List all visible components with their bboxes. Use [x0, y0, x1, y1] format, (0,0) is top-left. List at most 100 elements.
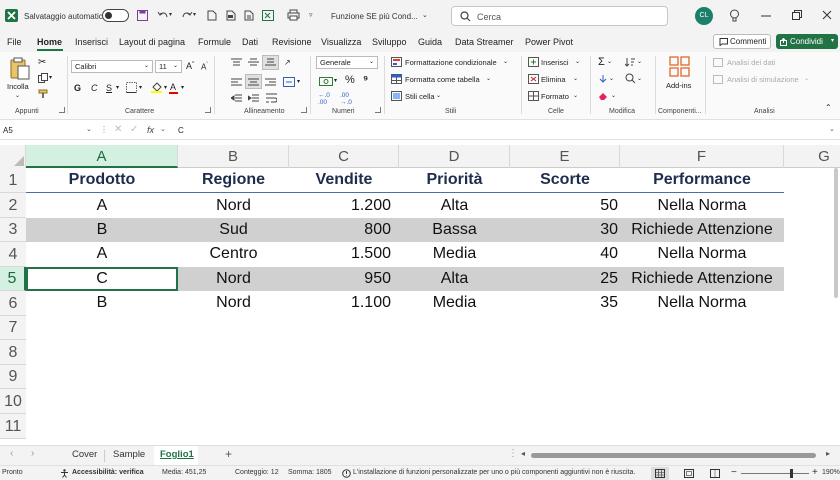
- align-middle-icon[interactable]: [248, 58, 259, 67]
- decrease-font-icon[interactable]: Aˇ: [201, 62, 208, 72]
- user-avatar[interactable]: CL: [695, 7, 713, 25]
- table-cell[interactable]: 50: [510, 194, 618, 218]
- fill-chevron-icon[interactable]: ⌄: [609, 75, 614, 82]
- table-cell[interactable]: Richiede Attenzione: [620, 218, 784, 242]
- format-cells-chevron-icon[interactable]: ⌄: [573, 92, 578, 99]
- table-cell[interactable]: A: [26, 242, 178, 266]
- conditional-formatting-chevron-icon[interactable]: ⌄: [503, 58, 508, 65]
- undo-icon[interactable]: [157, 10, 169, 21]
- select-all-corner[interactable]: [0, 145, 26, 168]
- align-center-icon[interactable]: [248, 78, 259, 87]
- accounting-chevron-icon[interactable]: ▾: [334, 77, 337, 84]
- borders-chevron-icon[interactable]: ▾: [139, 84, 142, 91]
- zoom-slider-track[interactable]: [741, 473, 809, 474]
- addins-label[interactable]: Add-ins: [666, 81, 691, 90]
- increase-indent-icon[interactable]: [248, 94, 259, 103]
- align-top-icon[interactable]: [231, 58, 242, 67]
- table-cell[interactable]: Nella Norma: [620, 291, 784, 315]
- page-break-view-icon[interactable]: [710, 469, 720, 478]
- align-right-icon[interactable]: [265, 78, 276, 87]
- what-if-analysis-icon[interactable]: [713, 75, 723, 84]
- increase-font-icon[interactable]: A^: [186, 61, 194, 71]
- paste-icon[interactable]: [9, 57, 31, 81]
- file-name[interactable]: Funzione SE più Cond...: [331, 12, 418, 21]
- table-cell[interactable]: Nord: [178, 267, 289, 291]
- accessibility-icon[interactable]: [60, 469, 69, 478]
- font-name-box[interactable]: Calibri ⌄: [71, 60, 153, 73]
- table-cell[interactable]: C: [26, 267, 178, 291]
- confirm-entry-icon[interactable]: ✓: [130, 124, 138, 135]
- tab-guida[interactable]: Guida: [418, 37, 442, 47]
- header-cell[interactable]: Scorte: [510, 168, 620, 192]
- close-icon[interactable]: [822, 10, 832, 20]
- allineamento-launcher-icon[interactable]: [301, 107, 307, 113]
- find-select-icon[interactable]: [625, 73, 636, 84]
- minimize-icon[interactable]: [761, 15, 771, 17]
- decrease-indent-icon[interactable]: [231, 94, 242, 103]
- orientation-icon[interactable]: ↗: [284, 58, 291, 67]
- number-format-box[interactable]: Generale ⌄: [316, 56, 378, 69]
- row-header-5[interactable]: 5: [0, 267, 26, 291]
- font-color-chevron-icon[interactable]: ▾: [181, 84, 184, 91]
- header-cell[interactable]: Priorità: [399, 168, 510, 192]
- row-header-6[interactable]: 6: [0, 291, 26, 316]
- find-chevron-icon[interactable]: ⌄: [637, 75, 642, 82]
- collapse-ribbon-icon[interactable]: ⌃: [825, 103, 832, 112]
- cancel-entry-icon[interactable]: ✕: [114, 124, 122, 135]
- table-cell[interactable]: Alta: [399, 267, 510, 291]
- appunti-launcher-icon[interactable]: [59, 107, 65, 113]
- underline-button[interactable]: S: [106, 83, 112, 93]
- formula-content[interactable]: C: [178, 126, 184, 135]
- table-cell[interactable]: Alta: [399, 194, 510, 218]
- lightbulb-icon[interactable]: [729, 9, 740, 22]
- header-cell[interactable]: Vendite: [289, 168, 399, 192]
- table-cell[interactable]: 40: [510, 242, 618, 266]
- row-header-2[interactable]: 2: [0, 193, 26, 218]
- clear-chevron-icon[interactable]: ⌄: [611, 92, 616, 99]
- tab-sviluppo[interactable]: Sviluppo: [372, 37, 407, 47]
- header-cell[interactable]: Performance: [620, 168, 784, 192]
- copy-chevron-icon[interactable]: ▾: [49, 74, 52, 81]
- undo-dropdown-icon[interactable]: ▾: [169, 11, 172, 18]
- italic-button[interactable]: C: [91, 83, 98, 93]
- cut-icon[interactable]: ✂: [38, 57, 46, 68]
- row-header-11[interactable]: 11: [0, 414, 26, 439]
- data-analysis-icon[interactable]: [713, 58, 723, 67]
- fill-chevron-icon[interactable]: ▾: [164, 84, 167, 91]
- font-color-icon[interactable]: A: [170, 82, 176, 92]
- column-header-f[interactable]: F: [620, 145, 784, 168]
- data-analysis-button[interactable]: Analisi dei dati: [727, 58, 775, 67]
- paste-chevron-icon[interactable]: ⌄: [15, 92, 20, 99]
- normal-view-icon[interactable]: [655, 469, 665, 478]
- row-header-8[interactable]: 8: [0, 340, 26, 365]
- what-if-analysis-button[interactable]: Analisi di simulazione: [727, 75, 799, 84]
- zoom-level[interactable]: 190%: [822, 469, 840, 476]
- zoom-out-icon[interactable]: −: [731, 467, 737, 478]
- increase-decimal-icon[interactable]: ←.0.00: [318, 92, 330, 106]
- expand-formula-bar-icon[interactable]: ⌄: [829, 125, 835, 133]
- table-cell[interactable]: 1.500: [289, 242, 391, 266]
- bold-button[interactable]: G: [74, 83, 81, 93]
- fill-color-icon[interactable]: [151, 82, 162, 93]
- underline-chevron-icon[interactable]: ▾: [116, 84, 119, 91]
- table-cell[interactable]: Media: [399, 291, 510, 315]
- format-as-table-icon[interactable]: [391, 74, 402, 84]
- column-header-b[interactable]: B: [178, 145, 289, 168]
- autosave-toggle[interactable]: [102, 9, 129, 22]
- table-cell[interactable]: Nella Norma: [620, 242, 784, 266]
- table-cell[interactable]: B: [26, 218, 178, 242]
- autosum-chevron-icon[interactable]: ⌄: [607, 58, 612, 65]
- hscroll-left-icon[interactable]: ◂: [521, 449, 525, 458]
- table-cell[interactable]: Centro: [178, 242, 289, 266]
- column-header-a[interactable]: A: [26, 145, 178, 168]
- share-button[interactable]: Condividi ▾: [776, 34, 838, 49]
- column-header-g[interactable]: G: [784, 145, 840, 168]
- insert-cells-icon[interactable]: [528, 57, 539, 67]
- sheet-tab-sample[interactable]: Sample: [113, 449, 145, 460]
- tab-inserisci[interactable]: Inserisci: [75, 37, 108, 47]
- pdf-icon[interactable]: [226, 10, 236, 21]
- name-box-chevron-icon[interactable]: ⌄: [86, 125, 92, 133]
- sheet-tab-foglio1[interactable]: Foglio1: [160, 449, 194, 460]
- carattere-launcher-icon[interactable]: [205, 107, 211, 113]
- table-cell[interactable]: Media: [399, 242, 510, 266]
